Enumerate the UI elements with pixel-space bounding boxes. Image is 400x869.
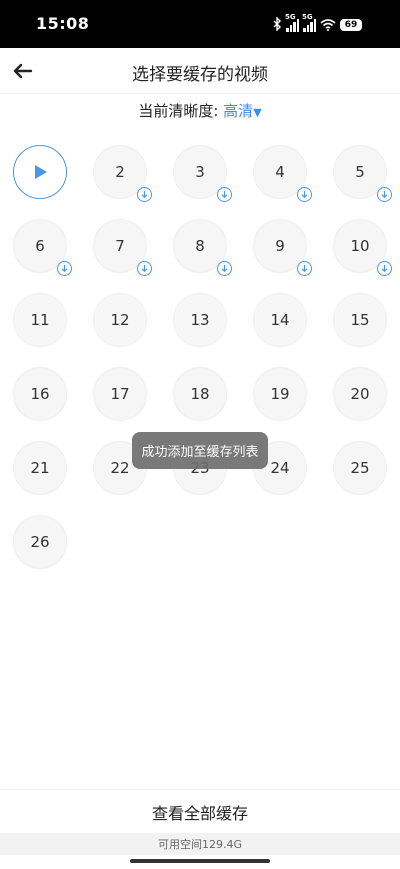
toast-message: 成功添加至缓存列表	[132, 432, 268, 469]
episode-number: 8	[195, 237, 205, 255]
episode-1-button[interactable]	[13, 145, 67, 199]
episode-number: 24	[270, 459, 290, 477]
episode-number: 5	[355, 163, 365, 181]
episode-25-button[interactable]: 25	[333, 441, 387, 495]
cellular-signal-1-icon: 5G	[285, 13, 299, 32]
status-bar: 15:08 5G 5G 69	[0, 0, 400, 48]
episode-number: 2	[115, 163, 125, 181]
episode-17-button[interactable]: 17	[93, 367, 147, 421]
episode-3-button[interactable]: 3	[173, 145, 232, 202]
episode-14-button[interactable]: 14	[253, 293, 307, 347]
download-arrow-icon	[217, 187, 232, 202]
cellular-signal-2-icon: 5G	[302, 13, 316, 32]
episode-number: 21	[30, 459, 50, 477]
quality-dropdown[interactable]: 高清▼	[223, 102, 261, 120]
status-time: 15:08	[36, 14, 90, 33]
episode-number: 17	[110, 385, 130, 403]
download-arrow-icon	[57, 261, 72, 276]
download-arrow-icon	[217, 261, 232, 276]
episode-number: 10	[350, 237, 370, 255]
download-arrow-icon	[297, 261, 312, 276]
page-title: 选择要缓存的视频	[132, 65, 268, 85]
battery-icon: 69	[340, 19, 362, 31]
quality-selector: 当前清晰度: 高清▼	[0, 100, 400, 121]
episode-number: 26	[30, 533, 50, 551]
episode-21-button[interactable]: 21	[13, 441, 67, 495]
episode-13-button[interactable]: 13	[173, 293, 227, 347]
episode-6-button[interactable]: 6	[13, 219, 72, 276]
episode-2-button[interactable]: 2	[93, 145, 152, 202]
quality-label: 当前清晰度:	[138, 102, 219, 120]
episode-number: 3	[195, 163, 205, 181]
episode-12-button[interactable]: 12	[93, 293, 147, 347]
nav-bar: 选择要缓存的视频	[0, 48, 400, 94]
episode-number: 18	[190, 385, 210, 403]
home-indicator[interactable]	[130, 859, 270, 863]
episode-number: 25	[350, 459, 370, 477]
play-icon	[35, 165, 47, 179]
episode-26-button[interactable]: 26	[13, 515, 67, 569]
episode-4-button[interactable]: 4	[253, 145, 312, 202]
episode-9-button[interactable]: 9	[253, 219, 312, 276]
download-arrow-icon	[377, 187, 392, 202]
episode-10-button[interactable]: 10	[333, 219, 392, 276]
episode-number: 20	[350, 385, 370, 403]
episode-number: 9	[275, 237, 285, 255]
episode-20-button[interactable]: 20	[333, 367, 387, 421]
quality-value: 高清	[223, 102, 254, 120]
status-icons: 5G 5G 69	[272, 13, 362, 35]
episode-11-button[interactable]: 11	[13, 293, 67, 347]
episode-number: 12	[110, 311, 130, 329]
episode-number: 19	[270, 385, 290, 403]
episode-15-button[interactable]: 15	[333, 293, 387, 347]
view-all-cache-button[interactable]: 查看全部缓存	[0, 789, 400, 833]
bluetooth-icon	[272, 15, 282, 35]
episode-18-button[interactable]: 18	[173, 367, 227, 421]
download-arrow-icon	[137, 261, 152, 276]
episode-number: 4	[275, 163, 285, 181]
triangle-down-icon: ▼	[253, 106, 262, 119]
download-arrow-icon	[297, 187, 312, 202]
download-arrow-icon	[137, 187, 152, 202]
episode-7-button[interactable]: 7	[93, 219, 152, 276]
episode-number: 11	[30, 311, 50, 329]
episode-number: 7	[115, 237, 125, 255]
episode-number: 13	[190, 311, 210, 329]
episode-number: 16	[30, 385, 50, 403]
download-arrow-icon	[377, 261, 392, 276]
storage-info: 可用空间129.4G	[0, 833, 400, 855]
episode-number: 14	[270, 311, 290, 329]
episode-8-button[interactable]: 8	[173, 219, 232, 276]
wifi-icon	[320, 16, 336, 35]
episode-number: 6	[35, 237, 45, 255]
episode-19-button[interactable]: 19	[253, 367, 307, 421]
episode-number: 15	[350, 311, 370, 329]
episode-5-button[interactable]: 5	[333, 145, 392, 202]
episode-16-button[interactable]: 16	[13, 367, 67, 421]
episode-number: 22	[110, 459, 130, 477]
